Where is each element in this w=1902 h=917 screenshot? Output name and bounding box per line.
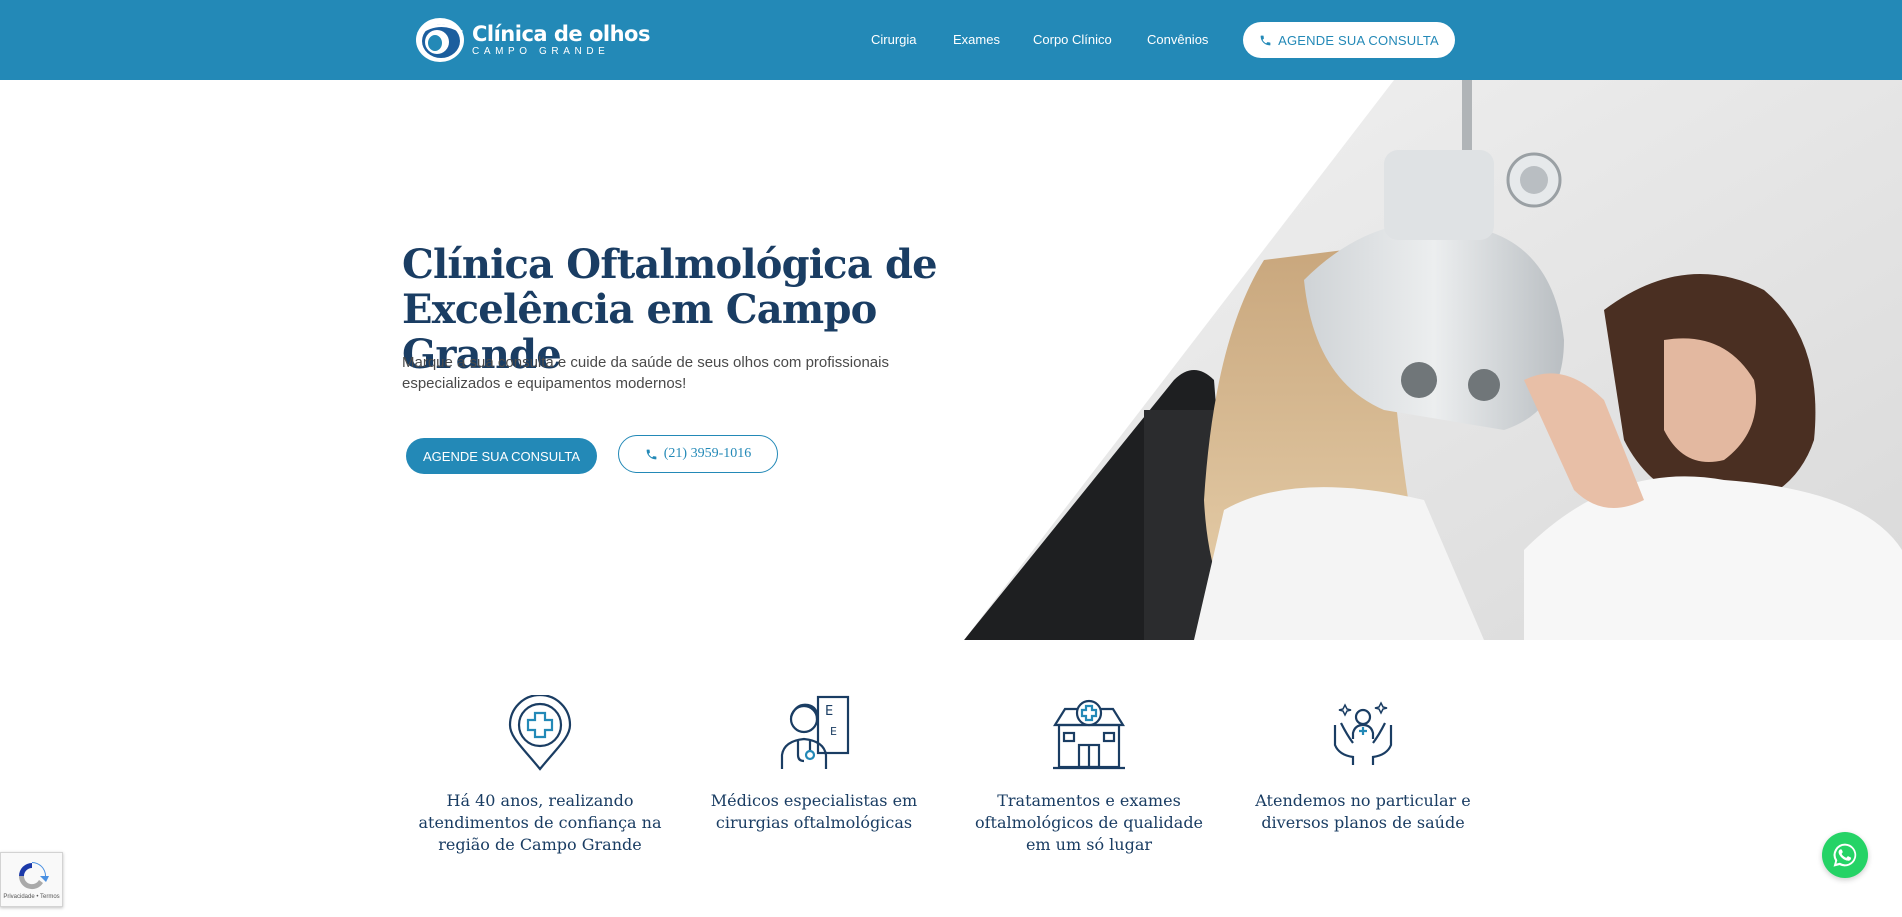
schedule-appointment-button[interactable]: AGENDE SUA CONSULTA <box>406 438 597 474</box>
phone-number: (21) 3959-1016 <box>663 446 752 461</box>
nav-corpo-clinico[interactable]: Corpo Clínico <box>1033 32 1112 47</box>
feature-insurance-text: Atendemos no particular e diversos plano… <box>1255 791 1471 832</box>
svg-text:E: E <box>830 725 837 738</box>
nav-exames[interactable]: Exames <box>953 32 1000 47</box>
feature-specialists: E E Médicos especialistas em cirurgias o… <box>689 695 939 832</box>
whatsapp-button[interactable] <box>1822 832 1868 878</box>
recaptcha-badge[interactable]: Privacidade • Termos <box>0 852 63 907</box>
logo[interactable]: Clínica de olhos CAMPO GRANDE <box>414 16 650 64</box>
hospital-building-icon <box>1053 699 1125 770</box>
doctor-eye-chart-icon: E E <box>780 695 850 769</box>
recaptcha-label: Privacidade • Termos <box>3 893 60 900</box>
hero-subtitle: Marque a sua consulta e cuide da saúde d… <box>402 354 889 392</box>
eye-logo-icon <box>416 18 464 62</box>
phone-icon <box>646 449 657 459</box>
nav-cirurgia[interactable]: Cirurgia <box>871 32 917 47</box>
logo-subtitle: CAMPO GRANDE <box>472 45 610 57</box>
nav-convenios[interactable]: Convênios <box>1147 32 1208 47</box>
logo-name: Clínica de olhos <box>472 21 650 46</box>
phone-button[interactable]: (21) 3959-1016 <box>618 435 778 473</box>
eye-exam-photo <box>964 80 1902 640</box>
feature-treatments-text: Tratamentos e exames oftalmológicos de q… <box>974 791 1204 854</box>
feature-treatments: Tratamentos e exames oftalmológicos de q… <box>964 695 1214 854</box>
whatsapp-icon <box>1833 843 1857 867</box>
header-schedule-label: AGENDE SUA CONSULTA <box>1278 32 1439 48</box>
feature-insurance: Atendemos no particular e diversos plano… <box>1238 695 1488 832</box>
feature-experience: Há 40 anos, realizando atendimentos de c… <box>415 695 665 854</box>
recaptcha-icon <box>18 861 49 889</box>
svg-text:E: E <box>825 704 833 719</box>
header-schedule-button[interactable]: AGENDE SUA CONSULTA <box>1243 22 1455 58</box>
feature-experience-text: Há 40 anos, realizando atendimentos de c… <box>418 791 662 854</box>
caring-hands-icon <box>1333 701 1393 765</box>
phone-icon <box>1260 35 1271 45</box>
location-medical-icon <box>508 695 572 771</box>
site-header: Clínica de olhos CAMPO GRANDE Cirurgia E… <box>0 0 1902 80</box>
feature-specialists-text: Médicos especialistas em cirurgias oftal… <box>710 791 918 832</box>
